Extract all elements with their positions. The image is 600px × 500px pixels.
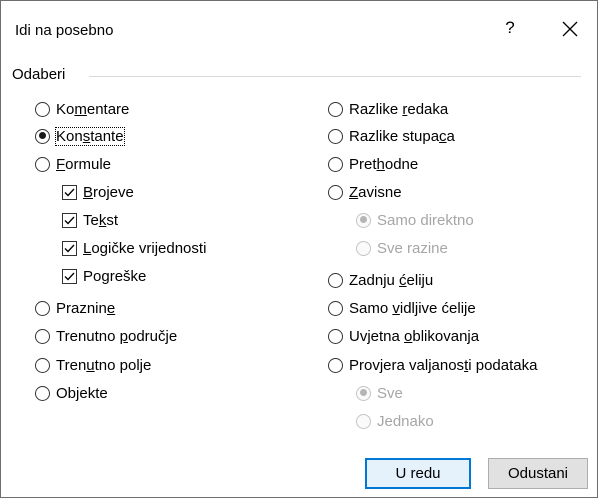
option-label: Formule [56,155,112,173]
close-icon [562,21,578,37]
checkbox-label: Logičke vrijednosti [83,239,207,257]
option-provjera-valjanosti[interactable]: Provjera valjanosti podataka [328,353,537,377]
option-zavisne[interactable]: Zavisne [328,180,402,204]
option-label: Samo vidljive ćelije [349,299,476,317]
option-samo-vidljive-celije[interactable]: Samo vidljive ćelije [328,296,476,320]
option-label: Razlike redaka [349,100,449,118]
option-label: Jednako [377,412,434,430]
option-label: Konstante [55,126,125,146]
checkbox-brojeve[interactable]: Brojeve [62,180,134,204]
option-razlike-stupaca[interactable]: Razlike stupaca [328,124,455,148]
radio-selected-icon [356,212,371,228]
radio-icon[interactable] [328,357,343,373]
checkbox-checked-icon[interactable] [62,184,77,200]
option-label: Uvjetna oblikovanja [349,327,480,345]
option-prethodne[interactable]: Prethodne [328,152,418,176]
option-label: Sve [377,384,403,402]
checkbox-pogreske[interactable]: Pogreške [62,264,146,288]
option-label: Trenutno polje [56,356,152,374]
option-label: Sve razine [377,239,448,257]
option-label: Trenutno područje [56,327,178,345]
cancel-button[interactable]: Odustani [488,458,588,489]
checkbox-logicke-vrijednosti[interactable]: Logičke vrijednosti [62,236,206,260]
radio-icon[interactable] [35,300,50,316]
option-sve: Sve [356,381,403,405]
radio-icon [356,413,371,429]
option-label: Prethodne [349,155,419,173]
checkbox-tekst[interactable]: Tekst [62,208,118,232]
checkbox-checked-icon[interactable] [62,268,77,284]
go-to-special-dialog: Idi na posebno ? Odaberi Komentare Konst… [0,0,598,498]
option-trenutno-podrucje[interactable]: Trenutno područje [35,324,177,348]
radio-icon[interactable] [328,272,343,288]
radio-selected-icon [356,385,371,401]
option-konstante[interactable]: Konstante [35,124,125,148]
option-praznine[interactable]: Praznine [35,296,115,320]
radio-selected-icon[interactable] [35,128,50,144]
option-label: Provjera valjanosti podataka [349,356,538,374]
group-label-select: Odaberi [12,66,72,83]
radio-icon[interactable] [328,101,343,117]
option-label: Razlike stupaca [349,127,455,145]
radio-icon[interactable] [35,385,50,401]
option-formule[interactable]: Formule [35,152,111,176]
option-label: Komentare [56,100,130,118]
option-label: Zadnju ćeliju [349,271,434,289]
option-samo-direktno: Samo direktno [356,208,474,232]
group-divider [89,76,581,77]
help-button[interactable]: ? [499,18,521,44]
checkbox-label: Pogreške [83,267,147,285]
option-label: Zavisne [349,183,402,201]
option-trenutno-polje[interactable]: Trenutno polje [35,353,151,377]
radio-icon [356,240,371,256]
option-razlike-redaka[interactable]: Razlike redaka [328,97,448,121]
radio-icon[interactable] [35,357,50,373]
option-komentare[interactable]: Komentare [35,97,129,121]
radio-icon[interactable] [35,101,50,117]
option-objekte[interactable]: Objekte [35,381,108,405]
title-bar: Idi na posebno ? [1,1,597,59]
radio-icon[interactable] [35,156,50,172]
option-label: Samo direktno [377,211,474,229]
checkbox-label: Brojeve [83,183,134,201]
radio-icon[interactable] [328,156,343,172]
option-uvjetna-oblikovanja[interactable]: Uvjetna oblikovanja [328,324,479,348]
option-jednako: Jednako [356,409,434,433]
radio-icon[interactable] [35,328,50,344]
radio-icon[interactable] [328,184,343,200]
close-button[interactable] [557,16,583,44]
checkbox-checked-icon[interactable] [62,212,77,228]
checkbox-label: Tekst [83,211,119,229]
radio-icon[interactable] [328,300,343,316]
checkbox-checked-icon[interactable] [62,240,77,256]
option-sve-razine: Sve razine [356,236,448,260]
radio-icon[interactable] [328,128,343,144]
option-zadnju-celiju[interactable]: Zadnju ćeliju [328,268,433,292]
option-label: Praznine [56,299,116,317]
option-label: Objekte [56,384,108,402]
dialog-title: Idi na posebno [15,22,114,39]
ok-button[interactable]: U redu [365,458,471,489]
radio-icon[interactable] [328,328,343,344]
